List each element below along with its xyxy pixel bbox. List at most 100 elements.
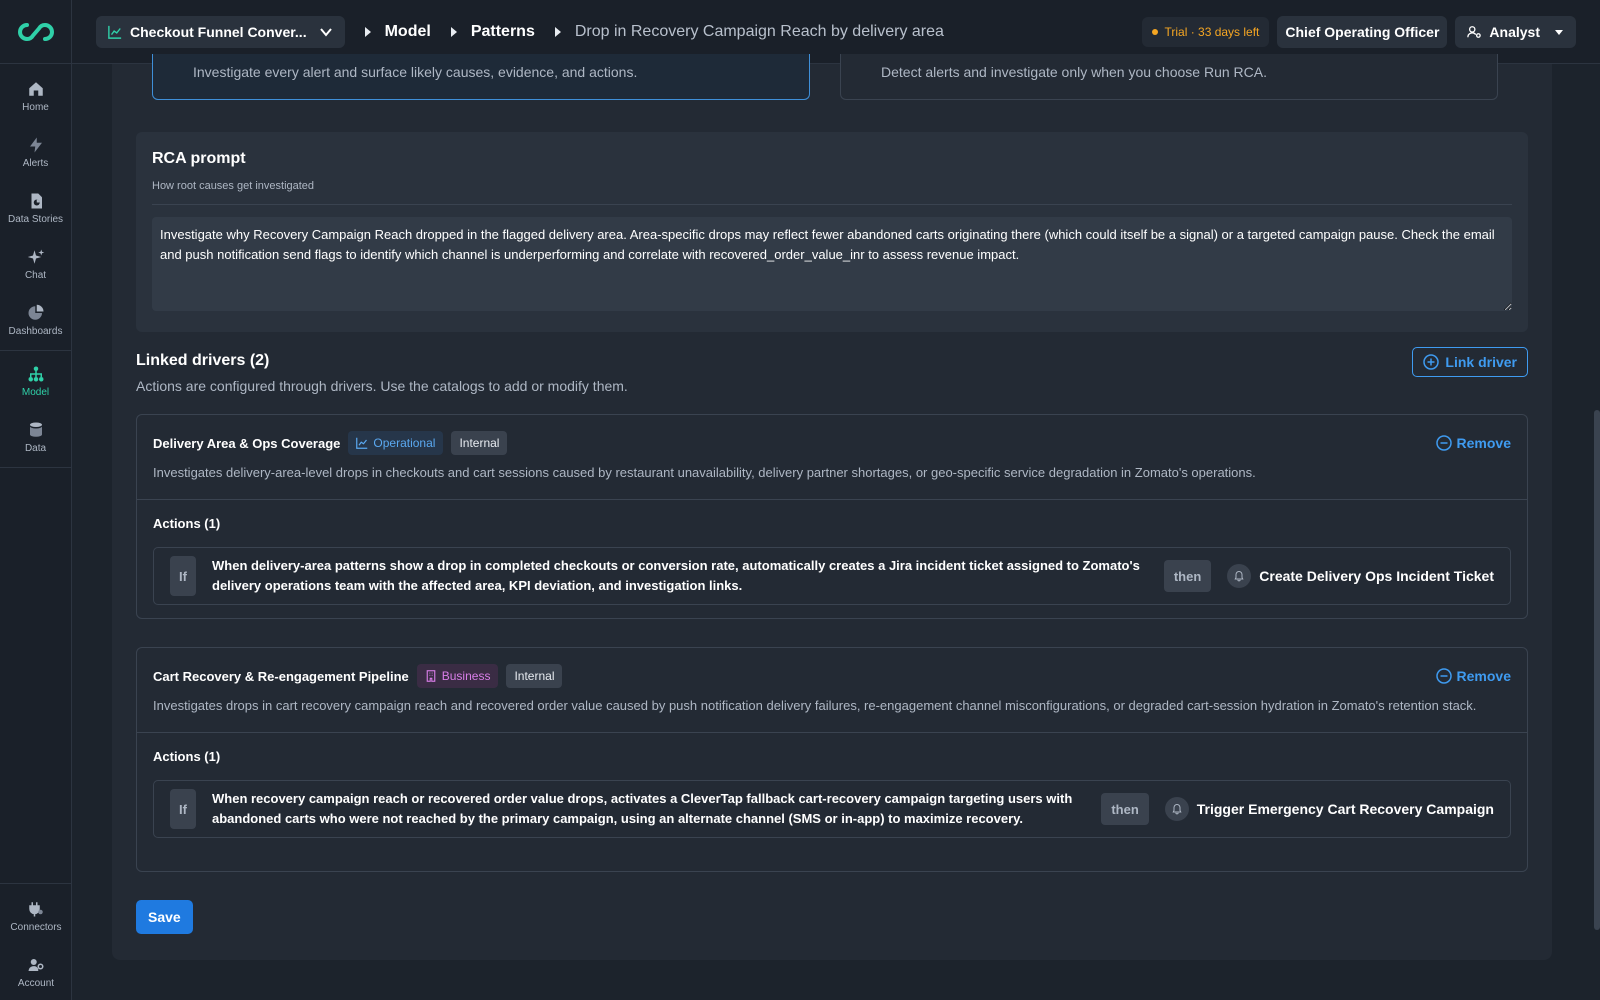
driver-description: Investigates drops in cart recovery camp… xyxy=(153,698,1477,713)
save-button[interactable]: Save xyxy=(136,900,193,934)
actions-title: Actions (1) xyxy=(153,749,221,764)
sidebar-bottom: Connectors Account xyxy=(0,883,72,1000)
rca-title: RCA prompt xyxy=(152,150,246,167)
mode-option-auto-rca[interactable]: Investigate every alert and surface like… xyxy=(152,54,810,100)
nav-connectors[interactable]: Connectors xyxy=(0,888,72,944)
minus-circle-icon xyxy=(1435,668,1452,684)
caret-down-icon xyxy=(1555,29,1563,35)
nav-dashboards-label: Dashboards xyxy=(8,325,63,337)
breadcrumb-model[interactable]: Model xyxy=(385,23,431,41)
category-badge: Business xyxy=(416,664,499,688)
home-icon xyxy=(28,81,43,96)
mode-option-auto-desc: Investigate every alert and surface like… xyxy=(193,64,638,80)
user-label: Analyst xyxy=(1489,23,1540,40)
hierarchy-icon xyxy=(28,366,43,381)
rca-subtitle: How root causes get investigated xyxy=(152,180,1512,205)
breadcrumb-separator-icon xyxy=(364,26,371,37)
driver-actions: Actions (1) If When delivery-area patter… xyxy=(137,500,1527,621)
nav-connectors-label: Connectors xyxy=(10,921,62,933)
rca-prompt-section: RCA prompt How root causes get investiga… xyxy=(136,132,1528,332)
mode-option-manual-rca[interactable]: Detect alerts and investigate only when … xyxy=(840,54,1498,100)
category-label: Operational xyxy=(373,436,436,450)
role-label: Chief Operating Officer xyxy=(1285,23,1440,40)
model-select-label: Checkout Funnel Conver... xyxy=(130,23,307,40)
nav-data-stories[interactable]: Data Stories xyxy=(0,180,71,236)
action-name-label: Create Delivery Ops Incident Ticket xyxy=(1259,568,1494,584)
breadcrumb-separator-icon xyxy=(450,26,457,37)
rca-prompt-input[interactable]: Investigate why Recovery Campaign Reach … xyxy=(152,217,1512,311)
if-tag: If xyxy=(170,789,196,829)
nav-account[interactable]: Account xyxy=(0,944,72,1000)
line-chart-icon xyxy=(108,25,122,39)
driver-card: Cart Recovery & Re-engagement Pipeline B… xyxy=(136,647,1528,872)
action-condition: When delivery-area patterns show a drop … xyxy=(212,558,1140,593)
actions-title: Actions (1) xyxy=(153,516,221,531)
linked-drivers-title: Linked drivers (2) xyxy=(136,352,270,369)
trial-badge[interactable]: Trial · 33 days left xyxy=(1142,16,1270,47)
driver-card: Delivery Area & Ops Coverage Operational… xyxy=(136,414,1528,619)
user-menu[interactable]: Analyst xyxy=(1455,15,1576,48)
model-select[interactable]: Checkout Funnel Conver... xyxy=(96,15,345,48)
driver-name: Cart Recovery & Re-engagement Pipeline xyxy=(153,668,409,684)
bolt-icon xyxy=(29,137,42,152)
chevron-down-icon xyxy=(319,27,332,37)
nav-home[interactable]: Home xyxy=(0,68,71,124)
nav-separator xyxy=(0,350,71,351)
nav-dashboards[interactable]: Dashboards xyxy=(0,292,71,348)
bell-icon xyxy=(1227,564,1252,588)
action-condition: When recovery campaign reach or recovere… xyxy=(212,791,1073,826)
nav-model[interactable]: Model xyxy=(0,353,71,409)
link-driver-button[interactable]: Link driver xyxy=(1412,347,1528,377)
nav-alerts-label: Alerts xyxy=(22,157,49,169)
plus-circle-icon xyxy=(1423,354,1440,370)
nav-separator xyxy=(0,467,71,468)
story-icon xyxy=(31,193,42,208)
action-name-label: Trigger Emergency Cart Recovery Campaign xyxy=(1196,801,1494,817)
line-chart-icon xyxy=(356,437,368,449)
action-row[interactable]: If When delivery-area patterns show a dr… xyxy=(153,547,1511,605)
nav-data-label: Data xyxy=(24,442,47,454)
minus-circle-icon xyxy=(1435,435,1452,451)
mode-option-manual-desc: Detect alerts and investigate only when … xyxy=(881,64,1267,80)
breadcrumb-separator-icon xyxy=(554,26,561,37)
remove-label: Remove xyxy=(1456,668,1511,684)
nav-alerts[interactable]: Alerts xyxy=(0,124,71,180)
driver-header: Delivery Area & Ops Coverage Operational… xyxy=(137,415,1527,500)
status-dot-icon xyxy=(1152,28,1159,35)
main-panel: Investigate every alert and surface like… xyxy=(112,54,1552,960)
logo-icon xyxy=(17,22,54,41)
category-badge: Operational xyxy=(348,431,444,455)
bell-icon xyxy=(1164,797,1189,821)
if-tag: If xyxy=(170,556,196,596)
top-right-controls: Trial · 33 days left Chief Operating Off… xyxy=(1142,15,1576,48)
database-icon xyxy=(29,422,42,437)
breadcrumb-patterns[interactable]: Patterns xyxy=(471,23,535,41)
remove-driver-button[interactable]: Remove xyxy=(1435,435,1511,451)
nav-data[interactable]: Data xyxy=(0,409,71,465)
building-icon xyxy=(426,670,436,682)
sparkle-icon xyxy=(27,249,44,264)
logo[interactable] xyxy=(0,0,71,64)
nav-home-label: Home xyxy=(22,101,49,113)
remove-driver-button[interactable]: Remove xyxy=(1435,668,1511,684)
action-target: Create Delivery Ops Incident Ticket xyxy=(1227,564,1494,588)
scope-badge: Internal xyxy=(506,664,563,688)
category-label: Business xyxy=(441,669,491,683)
action-row[interactable]: If When recovery campaign reach or recov… xyxy=(153,780,1511,838)
driver-header: Cart Recovery & Re-engagement Pipeline B… xyxy=(137,648,1527,733)
role-button[interactable]: Chief Operating Officer xyxy=(1277,15,1448,48)
nav-model-label: Model xyxy=(21,386,50,398)
link-driver-label: Link driver xyxy=(1445,354,1517,370)
then-tag: then xyxy=(1101,793,1149,825)
scrollbar[interactable] xyxy=(1594,410,1600,930)
nav-data-stories-label: Data Stories xyxy=(7,213,64,225)
linked-drivers-header: Linked drivers (2) Actions are configure… xyxy=(136,347,1528,402)
nav-chat-label: Chat xyxy=(24,269,47,281)
driver-title-row: Cart Recovery & Re-engagement Pipeline B… xyxy=(153,664,1511,688)
driver-title-row: Delivery Area & Ops Coverage Operational… xyxy=(153,431,1511,455)
nav-chat[interactable]: Chat xyxy=(0,236,71,292)
then-tag: then xyxy=(1163,560,1212,592)
page-title: Drop in Recovery Campaign Reach by deliv… xyxy=(574,22,944,40)
trial-label: Trial · 33 days left xyxy=(1164,24,1260,39)
driver-name: Delivery Area & Ops Coverage xyxy=(153,435,341,451)
